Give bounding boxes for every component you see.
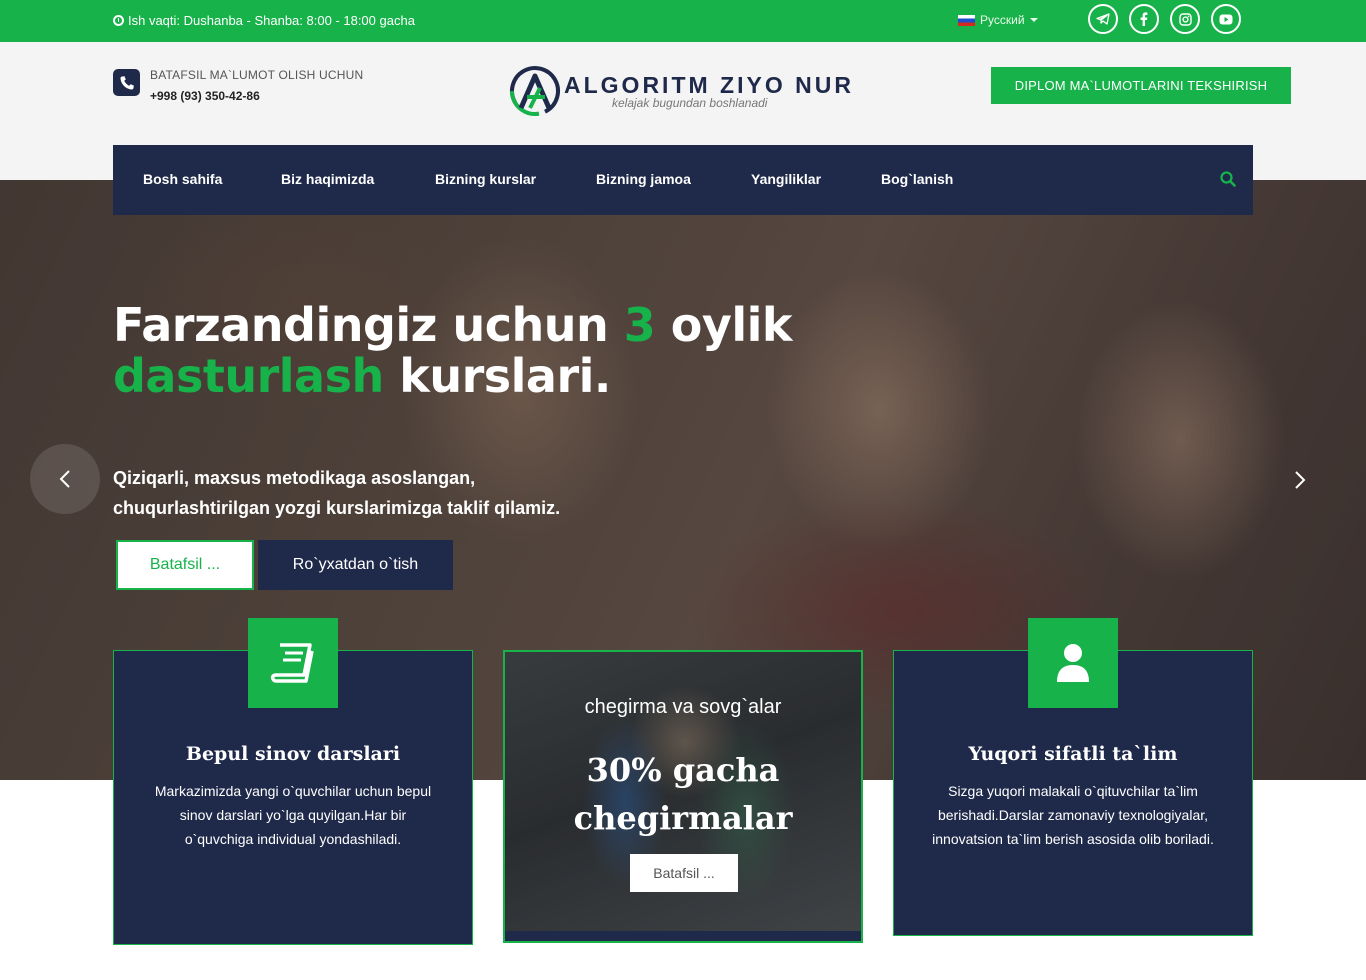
hero-more-button[interactable]: Batafsil ... xyxy=(116,540,254,590)
logo-name: ALGORITM ZIYO NUR xyxy=(564,72,854,98)
discount-card-footer xyxy=(503,931,863,943)
hero-title-part1: Farzandingiz uchun xyxy=(113,298,624,352)
working-hours-text: Ish vaqti: Dushanba - Shanba: 8:00 - 18:… xyxy=(128,13,415,28)
discount-more-button[interactable]: Batafsil ... xyxy=(630,854,738,892)
language-selector[interactable]: Русский xyxy=(958,13,1038,27)
nav-item-team[interactable]: Bizning jamoa xyxy=(596,171,691,187)
nav-item-courses[interactable]: Bizning kurslar xyxy=(435,171,536,187)
main-nav: Bosh sahifa Biz haqimizda Bizning kursla… xyxy=(113,145,1253,215)
hero-subtitle: Qiziqarli, maxsus metodikaga asoslangan,… xyxy=(113,463,673,523)
discount-headline: 30% gacha chegirmalar xyxy=(505,746,861,842)
top-bar: Ish vaqti: Dushanba - Shanba: 8:00 - 18:… xyxy=(0,0,1366,42)
caret-down-icon xyxy=(1029,18,1038,22)
nav-item-contact[interactable]: Bog`lanish xyxy=(881,171,953,187)
hero-title-number: 3 xyxy=(623,298,656,352)
discount-subtitle: chegirma va sovg`alar xyxy=(584,696,782,718)
chevron-left-icon xyxy=(59,470,70,488)
register-button[interactable]: Ro`yxatdan o`tish xyxy=(258,540,453,590)
hero-subtitle-line2: chuqurlashtirilgan yozgi kurslarimizga t… xyxy=(113,498,561,518)
discount-line1: 30% gacha xyxy=(586,751,780,789)
nav-item-about[interactable]: Biz haqimizda xyxy=(281,171,374,187)
search-icon[interactable] xyxy=(1220,171,1236,187)
check-diploma-button[interactable]: DIPLOM MA`LUMOTLARINI TEKSHIRISH xyxy=(991,67,1291,104)
chevron-right-icon xyxy=(1295,471,1306,489)
hero-subtitle-line1: Qiziqarli, maxsus metodikaga asoslangan, xyxy=(113,468,476,488)
working-hours: Ish vaqti: Dushanba - Shanba: 8:00 - 18:… xyxy=(113,13,415,28)
logo-tagline: kelajak bugundan boshlanadi xyxy=(612,96,768,110)
hero-title-green: dasturlash xyxy=(113,349,384,403)
user-icon xyxy=(1028,618,1118,708)
facebook-icon[interactable] xyxy=(1129,4,1159,34)
telegram-icon[interactable] xyxy=(1088,4,1118,34)
discount-card: chegirma va sovg`alar 30% gacha chegirma… xyxy=(503,650,863,943)
hero-title: Farzandingiz uchun 3 oylik dasturlash ku… xyxy=(113,300,792,402)
card-title: Bepul sinov darslari xyxy=(185,743,401,765)
nav-item-home[interactable]: Bosh sahifa xyxy=(143,171,222,187)
site-logo[interactable]: ALGORITM ZIYO NUR kelajak bugundan boshl… xyxy=(508,64,858,120)
book-icon xyxy=(248,618,338,708)
youtube-icon[interactable] xyxy=(1211,4,1241,34)
russia-flag-icon xyxy=(958,14,975,26)
discount-line2: chegirmalar xyxy=(573,799,793,837)
instagram-icon[interactable] xyxy=(1170,4,1200,34)
phone-number[interactable]: +998 (93) 350-42-86 xyxy=(150,89,260,103)
info-label: BATAFSIL MA`LUMOT OLISH UCHUN xyxy=(150,68,364,82)
phone-icon xyxy=(113,69,140,96)
slider-next-button[interactable] xyxy=(1285,465,1315,495)
logo-mark-icon xyxy=(510,66,560,116)
clock-icon xyxy=(113,15,124,26)
language-label: Русский xyxy=(980,13,1025,27)
card-text: Sizga yuqori malakali o`qituvchilar ta`l… xyxy=(932,783,1214,847)
hero-title-part3: kurslari. xyxy=(383,349,611,403)
social-links xyxy=(1088,4,1241,34)
card-text: Markazimizda yangi o`quvchilar uchun bep… xyxy=(154,783,432,847)
hero-title-part2: oylik xyxy=(655,298,793,352)
nav-item-news[interactable]: Yangiliklar xyxy=(751,171,821,187)
card-title: Yuqori sifatli ta`lim xyxy=(968,743,1178,765)
slider-prev-button[interactable] xyxy=(30,444,100,514)
